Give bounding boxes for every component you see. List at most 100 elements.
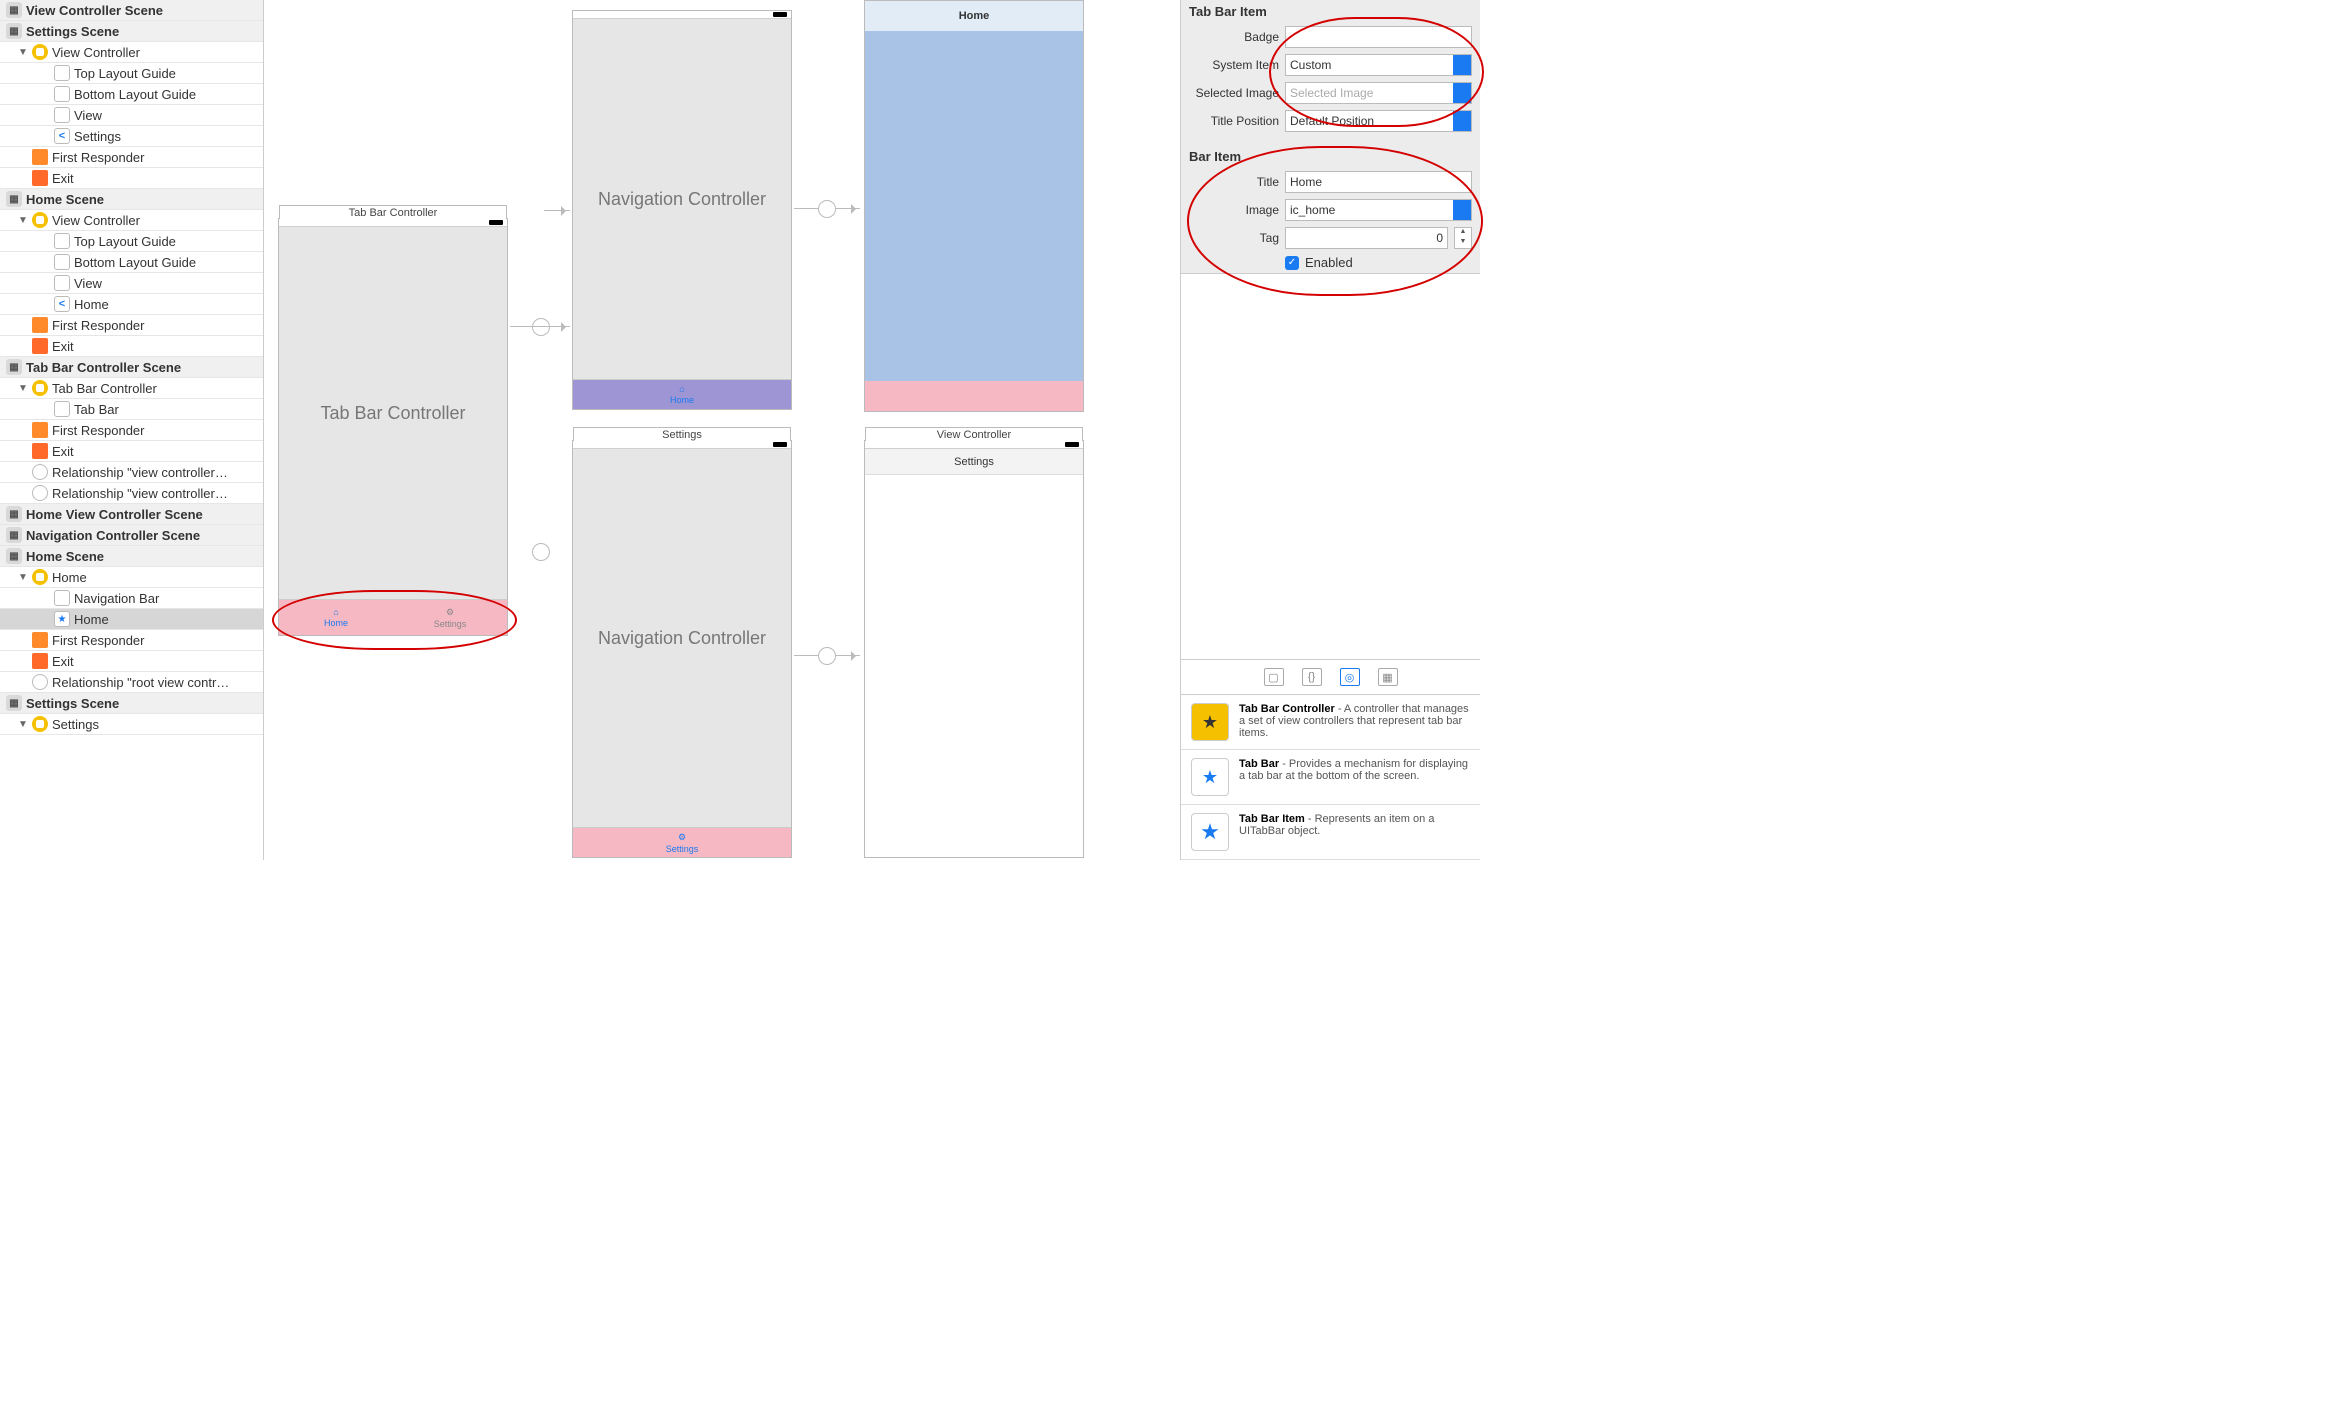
phone-body: Navigation Controller: [573, 449, 791, 827]
outline-item[interactable]: Tab Bar Controller: [0, 378, 263, 399]
dropdown-title-position[interactable]: Default Position ▲▼: [1285, 110, 1472, 132]
phone-tabbar-controller[interactable]: Tab Bar Controller Tab Bar Controller ⌂ …: [278, 218, 508, 636]
outline-label: Exit: [52, 171, 74, 186]
outline-scene-header[interactable]: ▦ Tab Bar Controller Scene: [0, 357, 263, 378]
outline-scene-header[interactable]: ▦Home Scene: [0, 546, 263, 567]
outline-label: Relationship "view controller…: [52, 486, 228, 501]
checkbox-enabled[interactable]: ✓: [1285, 256, 1299, 270]
segue-arrow: [544, 210, 570, 211]
library-tab-code[interactable]: {}: [1302, 668, 1322, 686]
outline-item[interactable]: Top Layout Guide: [0, 63, 263, 84]
phone-title: Settings: [573, 427, 791, 441]
outline-item[interactable]: Relationship "view controller…: [0, 483, 263, 504]
scene-icon: ▦: [6, 506, 22, 522]
outline-label: First Responder: [52, 318, 144, 333]
outline-item[interactable]: View: [0, 105, 263, 126]
outline-scene-header[interactable]: ▦Settings Scene: [0, 21, 263, 42]
outline-scene-header[interactable]: ▦Home View Controller Scene: [0, 504, 263, 525]
outline-item[interactable]: Bottom Layout Guide: [0, 252, 263, 273]
chevron-updown-icon: ▲▼: [1459, 86, 1467, 102]
disclosure-triangle[interactable]: [18, 47, 28, 58]
library-tab-object[interactable]: ◎: [1340, 668, 1360, 686]
tabbar-item-home[interactable]: ⌂ Home: [279, 600, 393, 635]
library-tab-media[interactable]: ▦: [1378, 668, 1398, 686]
outline-label: Top Layout Guide: [74, 234, 176, 249]
outline-label: Exit: [52, 339, 74, 354]
storyboard-canvas[interactable]: Tab Bar Controller Tab Bar Controller ⌂ …: [264, 0, 1180, 860]
segue-joint[interactable]: [818, 647, 836, 665]
tabbar-controller-icon: ★: [1191, 703, 1229, 741]
outline-scene-header[interactable]: ▦Settings Scene: [0, 693, 263, 714]
outline-item[interactable]: First Responder: [0, 420, 263, 441]
outline-label: Settings: [74, 129, 121, 144]
outline-scene-header[interactable]: ▦View Controller Scene: [0, 0, 263, 21]
library-tab-file[interactable]: ▢: [1264, 668, 1284, 686]
phone-settings[interactable]: View Controller Settings: [864, 440, 1084, 858]
cube-icon: [32, 632, 48, 648]
outline-item[interactable]: Navigation Bar: [0, 588, 263, 609]
dropdown-selected-image[interactable]: Selected Image ▲▼: [1285, 82, 1472, 104]
field-title[interactable]: Home: [1285, 171, 1472, 193]
library-item[interactable]: ★ Tab Bar - Provides a mechanism for dis…: [1181, 750, 1480, 805]
outline-label: Tab Bar Controller Scene: [26, 360, 181, 375]
outline-item[interactable]: Top Layout Guide: [0, 231, 263, 252]
cube-icon: [32, 422, 48, 438]
library-tabs: ▢ {} ◎ ▦: [1181, 660, 1480, 695]
outline-item[interactable]: First Responder: [0, 630, 263, 651]
disclosure-triangle[interactable]: [18, 383, 28, 394]
outline-rows: ▦View Controller Scene▦Settings SceneVie…: [0, 0, 263, 735]
outline-item[interactable]: First Responder: [0, 315, 263, 336]
phone-body: Navigation Controller: [573, 19, 791, 379]
outline-item[interactable]: Exit: [0, 651, 263, 672]
disclosure-triangle[interactable]: [18, 719, 28, 730]
phone-home[interactable]: Home: [864, 0, 1084, 412]
tabbar-item-settings[interactable]: ⚙ Settings: [393, 600, 507, 635]
outline-item[interactable]: View: [0, 273, 263, 294]
row-selected-image: Selected Image Selected Image ▲▼: [1181, 79, 1480, 107]
phone-nav-settings[interactable]: Settings Navigation Controller ⚙ Setting…: [572, 440, 792, 858]
nav-title: Settings: [954, 456, 994, 468]
stepper-tag[interactable]: ▲▼: [1454, 227, 1472, 249]
segue-joint[interactable]: [532, 543, 550, 561]
field-tag[interactable]: 0: [1285, 227, 1448, 249]
library-item[interactable]: ★ Tab Bar Item - Represents an item on a…: [1181, 805, 1480, 860]
document-icon: [54, 107, 70, 123]
phone-nav-home[interactable]: Navigation Controller ⌂ Home: [572, 10, 792, 410]
outline-item[interactable]: Exit: [0, 168, 263, 189]
outline-item[interactable]: View Controller: [0, 42, 263, 63]
outline-item[interactable]: Bottom Layout Guide: [0, 84, 263, 105]
outline-scene-header[interactable]: ▦Navigation Controller Scene: [0, 525, 263, 546]
segue-joint[interactable]: [532, 318, 550, 336]
row-system-item: System Item Custom ▲▼: [1181, 51, 1480, 79]
outline-label: View Controller Scene: [26, 3, 163, 18]
dropdown-image[interactable]: ic_home ▲▼: [1285, 199, 1472, 221]
outline-item[interactable]: Exit: [0, 441, 263, 462]
label-image: Image: [1189, 203, 1279, 217]
outline-item[interactable]: Settings: [0, 714, 263, 735]
outline-item[interactable]: Relationship "root view contr…: [0, 672, 263, 693]
field-badge[interactable]: [1285, 26, 1472, 48]
status-bar: [865, 441, 1083, 449]
dropdown-value: Default Position: [1290, 114, 1374, 128]
disclosure-triangle[interactable]: [18, 572, 28, 583]
relationship-icon: [32, 464, 48, 480]
outline-label: Home: [52, 570, 87, 585]
outline-label: Navigation Controller Scene: [26, 528, 200, 543]
outline-item[interactable]: Tab Bar: [0, 399, 263, 420]
library-item[interactable]: ★ Tab Bar Controller - A controller that…: [1181, 695, 1480, 750]
outline-item[interactable]: View Controller: [0, 210, 263, 231]
outline-item[interactable]: <Home: [0, 294, 263, 315]
outline-item[interactable]: Home: [0, 567, 263, 588]
scene-icon: ▦: [6, 359, 22, 375]
outline-item[interactable]: First Responder: [0, 147, 263, 168]
outline-item[interactable]: ★Home: [0, 609, 263, 630]
phone-body: [865, 31, 1083, 381]
segue-joint[interactable]: [818, 200, 836, 218]
outline-item[interactable]: <Settings: [0, 126, 263, 147]
dropdown-system-item[interactable]: Custom ▲▼: [1285, 54, 1472, 76]
outline-item[interactable]: Relationship "view controller…: [0, 462, 263, 483]
outline-scene-header[interactable]: ▦Home Scene: [0, 189, 263, 210]
outline-item[interactable]: Exit: [0, 336, 263, 357]
disclosure-triangle[interactable]: [18, 215, 28, 226]
tab-bar[interactable]: ⌂ Home ⚙ Settings: [279, 599, 507, 635]
